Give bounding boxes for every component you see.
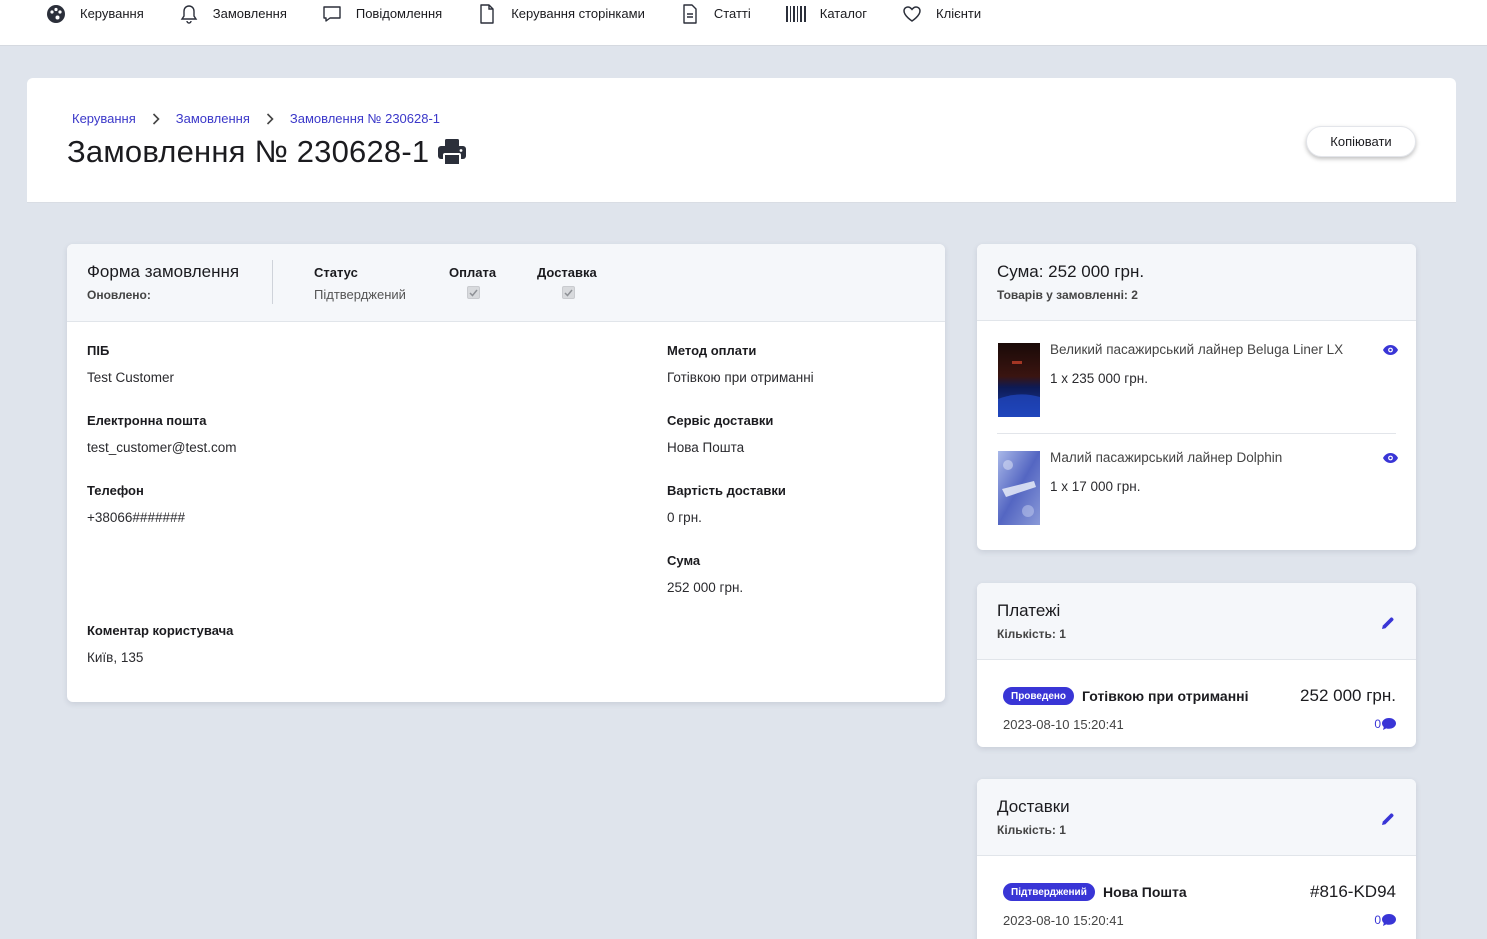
comments-link[interactable]: 0 — [1374, 913, 1396, 927]
payment-amount: 252 000 грн. — [1300, 686, 1396, 705]
delivery-checkbox[interactable] — [562, 286, 575, 299]
page-title: Замовлення № 230628-1 — [67, 134, 467, 170]
chevron-right-icon — [263, 112, 277, 126]
chat-icon — [321, 3, 343, 25]
nav-item-orders[interactable]: Замовлення — [178, 0, 287, 29]
delivery-service-label: Сервіс доставки — [667, 413, 774, 428]
product-image — [998, 451, 1040, 525]
nav-item-articles[interactable]: Статті — [679, 0, 751, 29]
product-name[interactable]: Малий пасажирський лайнер Dolphin — [1050, 450, 1282, 465]
nav-item-label: Клієнти — [936, 6, 982, 21]
product-qty: 1 x 235 000 грн. — [1050, 371, 1148, 386]
breadcrumb: Керування Замовлення Замовлення № 230628… — [72, 111, 440, 126]
payment-label: Оплата — [449, 265, 497, 280]
payments-count: Кількість: 1 — [997, 627, 1066, 641]
sum-value: 252 000 грн. — [667, 580, 744, 595]
deliveries-header: Доставки Кількість: 1 — [977, 779, 1416, 856]
nav-item-dashboard[interactable]: Керування — [45, 0, 144, 29]
copy-button[interactable]: Копіювати — [1306, 126, 1416, 157]
comment-value: Київ, 135 — [87, 650, 144, 665]
order-form-header: Форма замовлення Оновлено: Статус Підтве… — [67, 244, 945, 322]
palette-icon — [45, 3, 67, 25]
header-divider — [272, 260, 273, 304]
deliveries-card: Доставки Кількість: 1 Підтверджений Нова… — [977, 779, 1416, 939]
barcode-icon — [785, 3, 807, 25]
email-label: Електронна пошта — [87, 413, 207, 428]
nav-item-catalog[interactable]: Каталог — [785, 0, 867, 29]
nav-item-label: Замовлення — [212, 6, 287, 21]
status-badge: Підтверджений — [1003, 883, 1095, 901]
breadcrumb-link-orders[interactable]: Замовлення — [176, 111, 250, 126]
comment-label: Коментар користувача — [87, 623, 234, 638]
payments-header: Платежі Кількість: 1 — [977, 583, 1416, 660]
delivery-tracking-number: #816-KD94 — [1309, 882, 1396, 901]
nav-item-label: Керування сторінками — [511, 6, 645, 21]
comment-icon — [1382, 914, 1396, 926]
comments-count: 0 — [1374, 913, 1381, 927]
product-name[interactable]: Великий пасажирський лайнер Beluga Liner… — [1050, 342, 1343, 357]
updated-label: Оновлено: — [87, 288, 151, 302]
status-badge: Проведено — [1003, 687, 1075, 705]
nav-item-pages[interactable]: Керування сторінками — [476, 0, 645, 29]
heart-icon — [901, 3, 923, 25]
payment-method-name: Готівкою при отриманні — [1082, 688, 1249, 704]
delivery-cost-value: 0 грн. — [667, 510, 702, 525]
summary-header: Сума: 252 000 грн. Товарів у замовленні:… — [977, 244, 1416, 321]
breadcrumb-link-dashboard[interactable]: Керування — [72, 111, 136, 126]
phone-label: Телефон — [87, 483, 144, 498]
eye-icon[interactable] — [1382, 450, 1398, 466]
nav-item-label: Повідомлення — [355, 6, 443, 21]
delivery-date: 2023-08-10 15:20:41 — [1003, 913, 1124, 928]
pencil-icon[interactable] — [1380, 811, 1396, 827]
name-label: ПІБ — [87, 343, 110, 358]
deliveries-count: Кількість: 1 — [997, 823, 1066, 837]
status-value: Підтверджений — [314, 287, 406, 302]
product-image — [998, 343, 1040, 417]
nav-item-label: Статті — [713, 6, 751, 21]
delivery-cost-label: Вартість доставки — [667, 483, 786, 498]
payments-title: Платежі — [997, 601, 1061, 620]
chevron-right-icon — [149, 112, 163, 126]
payment-date: 2023-08-10 15:20:41 — [1003, 717, 1124, 732]
summary-subtitle: Товарів у замовленні: 2 — [997, 288, 1138, 302]
nav-item-label: Каталог — [819, 6, 868, 21]
nav-item-messages[interactable]: Повідомлення — [321, 0, 442, 29]
nav-item-clients[interactable]: Клієнти — [901, 0, 981, 29]
payments-card: Платежі Кількість: 1 Проведено Готівкою … — [977, 583, 1416, 747]
comment-icon — [1382, 718, 1396, 730]
email-value: test_customer@test.com — [87, 440, 237, 455]
file-icon — [476, 3, 498, 25]
breadcrumb-link-current-order[interactable]: Замовлення № 230628-1 — [290, 111, 440, 126]
comments-link[interactable]: 0 — [1374, 717, 1396, 731]
delivery-service-value: Нова Пошта — [667, 440, 745, 455]
product-qty: 1 x 17 000 грн. — [1050, 479, 1141, 494]
eye-icon[interactable] — [1382, 342, 1398, 358]
deliveries-title: Доставки — [997, 797, 1070, 816]
summary-title: Сума: 252 000 грн. — [997, 262, 1145, 281]
nav-item-label: Керування — [80, 6, 144, 21]
delivery-label: Доставка — [537, 265, 597, 280]
bell-icon — [178, 3, 200, 25]
payment-checkbox[interactable] — [467, 286, 480, 299]
page-title-text: Замовлення № 230628-1 — [67, 134, 430, 169]
order-form-card: Форма замовлення Оновлено: Статус Підтве… — [67, 244, 945, 702]
top-navigation: Керування Замовлення Повідомлення Керува… — [0, 0, 1487, 46]
page-header: Керування Замовлення Замовлення № 230628… — [27, 78, 1456, 203]
name-value: Test Customer — [87, 370, 175, 385]
print-icon[interactable] — [437, 137, 467, 167]
comments-count: 0 — [1374, 717, 1381, 731]
order-summary-card: Сума: 252 000 грн. Товарів у замовленні:… — [977, 244, 1416, 550]
sum-label: Сума — [667, 553, 701, 568]
order-form-title: Форма замовлення — [87, 262, 240, 281]
pay-method-label: Метод оплати — [667, 343, 757, 358]
product-divider — [997, 433, 1396, 434]
phone-value: +38066####### — [87, 510, 185, 525]
pencil-icon[interactable] — [1380, 615, 1396, 631]
document-icon — [679, 3, 701, 25]
status-label: Статус — [314, 265, 358, 280]
pay-method-value: Готівкою при отриманні — [667, 370, 814, 385]
delivery-service-name: Нова Пошта — [1103, 884, 1187, 900]
